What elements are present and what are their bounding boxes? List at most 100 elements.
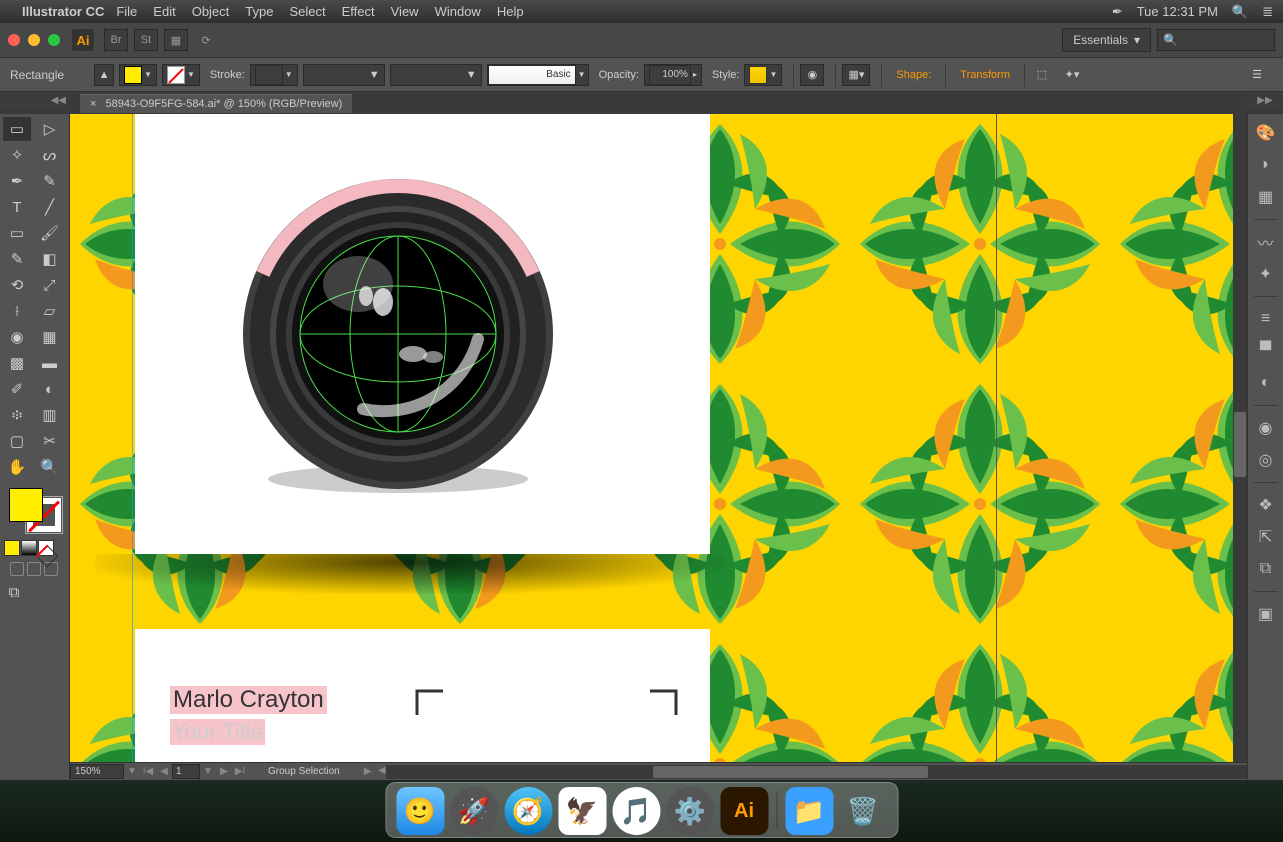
search-input[interactable]: 🔍 bbox=[1157, 29, 1275, 51]
arrange-docs-button[interactable]: ▦ bbox=[164, 29, 188, 51]
card-title-text[interactable]: Your Title bbox=[170, 719, 265, 745]
hand-tool[interactable]: ✋ bbox=[3, 455, 31, 479]
lasso-tool[interactable]: ᔕ bbox=[36, 143, 64, 167]
fill-stroke-control[interactable] bbox=[7, 486, 63, 534]
type-tool[interactable]: T bbox=[3, 195, 31, 219]
width-tool[interactable]: ⟊ bbox=[3, 299, 31, 323]
artboards-panel-icon[interactable]: ⧉ bbox=[1253, 556, 1279, 582]
color-mode-gradient[interactable] bbox=[21, 540, 37, 556]
left-panel-collapse[interactable]: ◀◀ bbox=[0, 92, 70, 108]
layers-panel-icon[interactable]: ❖ bbox=[1253, 492, 1279, 518]
horizontal-scrollbar[interactable]: ◀ bbox=[386, 765, 1247, 779]
brushes-panel-icon[interactable]: 〰 bbox=[1253, 229, 1279, 255]
rectangle-tool[interactable]: ▭ bbox=[3, 221, 31, 245]
brush-style-dropdown[interactable]: Basic▼ bbox=[487, 64, 589, 86]
screen-mode-button[interactable]: ⧉ bbox=[0, 580, 28, 604]
stroke-weight-input[interactable]: ▼ bbox=[250, 64, 298, 86]
shape-link[interactable]: Shape: bbox=[896, 69, 931, 81]
stroke-profile-dropdown[interactable]: ▼ bbox=[303, 64, 385, 86]
next-artboard-button[interactable]: ▶ bbox=[216, 766, 232, 777]
fill-color[interactable] bbox=[9, 488, 43, 522]
pen-tool[interactable]: ✒ bbox=[3, 169, 31, 193]
shaper-tool[interactable]: ✎ bbox=[3, 247, 31, 271]
menu-type[interactable]: Type bbox=[245, 4, 273, 19]
artboard-tool[interactable]: ▢ bbox=[3, 429, 31, 453]
document-tab[interactable]: × 58943-O9F5FG-584.ai* @ 150% (RGB/Previ… bbox=[80, 94, 352, 113]
menu-object[interactable]: Object bbox=[192, 4, 230, 19]
transparency-panel-icon[interactable]: ◐ bbox=[1253, 370, 1279, 396]
dock-itunes[interactable]: 🎵 bbox=[612, 787, 660, 835]
paintbrush-tool[interactable]: 🖌 bbox=[36, 221, 64, 245]
maximize-window-button[interactable] bbox=[48, 34, 60, 46]
dock-mail[interactable]: 🦅 bbox=[558, 787, 606, 835]
zoom-dropdown-icon[interactable]: ▼ bbox=[124, 766, 140, 777]
controlbar-menu-icon[interactable]: ☰ bbox=[1246, 64, 1268, 86]
rotate-tool[interactable]: ⟲ bbox=[3, 273, 31, 297]
zoom-tool[interactable]: 🔍 bbox=[36, 455, 64, 479]
minimize-window-button[interactable] bbox=[28, 34, 40, 46]
selection-tool[interactable]: ▭ bbox=[3, 117, 31, 141]
dock-launchpad[interactable]: 🚀 bbox=[450, 787, 498, 835]
graphic-style-swatch[interactable]: ▼ bbox=[744, 64, 782, 86]
fill-swatch[interactable]: ▼ bbox=[119, 64, 157, 86]
align-dropdown[interactable]: ▦▾ bbox=[842, 64, 870, 86]
eraser-tool[interactable]: ◧ bbox=[36, 247, 64, 271]
dock-illustrator[interactable]: Ai bbox=[720, 787, 768, 835]
asset-export-panel-icon[interactable]: ⇱ bbox=[1253, 524, 1279, 550]
curvature-tool[interactable]: ✎ bbox=[36, 169, 64, 193]
menu-file[interactable]: File bbox=[116, 4, 137, 19]
bridge-button[interactable]: Br bbox=[104, 29, 128, 51]
recolor-button[interactable]: ◉ bbox=[800, 64, 824, 86]
menu-view[interactable]: View bbox=[391, 4, 419, 19]
menu-help[interactable]: Help bbox=[497, 4, 524, 19]
artboard-number-input[interactable]: 1 bbox=[172, 764, 200, 779]
shape-builder-tool[interactable]: ◉ bbox=[3, 325, 31, 349]
tablet-icon[interactable]: ✒ bbox=[1112, 4, 1123, 20]
vertical-scrollbar[interactable] bbox=[1233, 114, 1247, 762]
mesh-tool[interactable]: ▩ bbox=[3, 351, 31, 375]
menu-select[interactable]: Select bbox=[289, 4, 325, 19]
graphic-styles-panel-icon[interactable]: ◎ bbox=[1253, 447, 1279, 473]
perspective-tool[interactable]: ▦ bbox=[36, 325, 64, 349]
graph-tool[interactable]: ▥ bbox=[36, 403, 64, 427]
prev-artboard-button[interactable]: ◀ bbox=[156, 766, 172, 777]
color-mode-solid[interactable] bbox=[4, 540, 20, 556]
spotlight-icon[interactable]: 🔍 bbox=[1232, 4, 1248, 20]
app-name[interactable]: Illustrator CC bbox=[22, 4, 104, 19]
appearance-panel-icon[interactable]: ◉ bbox=[1253, 415, 1279, 441]
libraries-panel-icon[interactable]: ▣ bbox=[1253, 601, 1279, 627]
menu-list-icon[interactable]: ≣ bbox=[1262, 4, 1273, 20]
brush-def-dropdown[interactable]: ▼ bbox=[390, 64, 482, 86]
gradient-tool[interactable]: ▬ bbox=[36, 351, 64, 375]
symbols-panel-icon[interactable]: ✦ bbox=[1253, 261, 1279, 287]
menu-window[interactable]: Window bbox=[435, 4, 481, 19]
dock-safari[interactable]: 🧭 bbox=[504, 787, 552, 835]
close-tab-icon[interactable]: × bbox=[90, 98, 96, 110]
opacity-input[interactable]: ▸ bbox=[644, 64, 702, 86]
dock-finder[interactable]: 🙂 bbox=[396, 787, 444, 835]
menu-edit[interactable]: Edit bbox=[153, 4, 175, 19]
artboard-dropdown-icon[interactable]: ▼ bbox=[200, 766, 216, 777]
zoom-input[interactable]: 150% bbox=[70, 764, 124, 779]
dock-downloads[interactable]: 📁 bbox=[785, 787, 833, 835]
blend-tool[interactable]: ◐ bbox=[36, 377, 64, 401]
draw-behind[interactable] bbox=[27, 562, 41, 576]
free-transform-tool[interactable]: ▱ bbox=[36, 299, 64, 323]
scroll-left-icon[interactable]: ◀ bbox=[374, 765, 390, 776]
color-guide-panel-icon[interactable]: ◗ bbox=[1253, 152, 1279, 178]
first-artboard-button[interactable]: I◀ bbox=[140, 766, 156, 777]
gpu-preview-button[interactable]: ⟳ bbox=[194, 29, 218, 51]
color-mode-none[interactable] bbox=[38, 540, 54, 556]
canvas[interactable]: Marlo Crayton Your Title bbox=[70, 114, 1247, 780]
dock-preferences[interactable]: ⚙️ bbox=[666, 787, 714, 835]
stock-button[interactable]: St bbox=[134, 29, 158, 51]
stroke-panel-icon[interactable]: ≡ bbox=[1253, 306, 1279, 332]
scale-tool[interactable]: ⤢ bbox=[36, 273, 64, 297]
line-tool[interactable]: ╱ bbox=[36, 195, 64, 219]
transform-link[interactable]: Transform bbox=[960, 69, 1010, 81]
edit-symbol-button[interactable]: ✦▾ bbox=[1058, 64, 1086, 86]
slice-tool[interactable]: ✂ bbox=[36, 429, 64, 453]
close-window-button[interactable] bbox=[8, 34, 20, 46]
direct-selection-tool[interactable]: ▷ bbox=[36, 117, 64, 141]
menu-effect[interactable]: Effect bbox=[342, 4, 375, 19]
